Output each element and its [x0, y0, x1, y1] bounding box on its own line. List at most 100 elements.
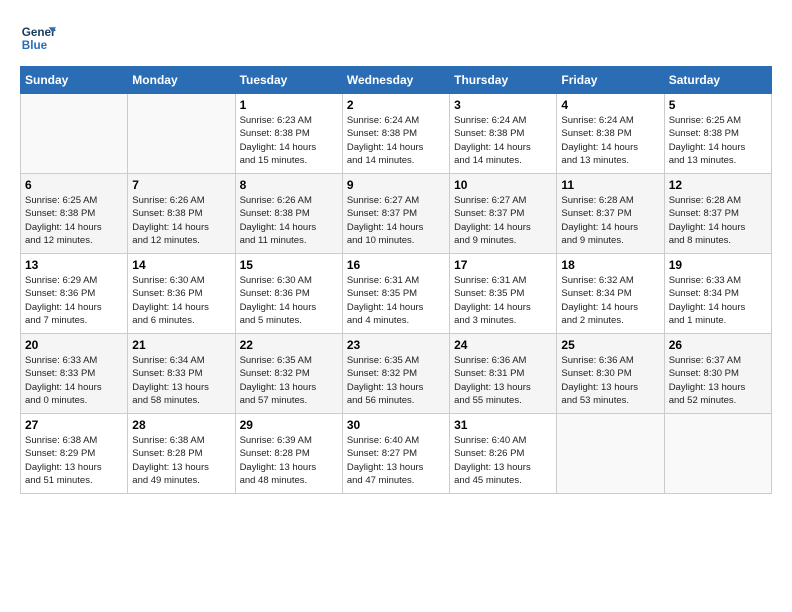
day-detail: Sunrise: 6:36 AM Sunset: 8:30 PM Dayligh…: [561, 354, 659, 407]
day-number: 13: [25, 258, 123, 272]
day-number: 12: [669, 178, 767, 192]
day-number: 3: [454, 98, 552, 112]
logo: General Blue: [20, 20, 56, 56]
day-cell: [557, 414, 664, 494]
day-detail: Sunrise: 6:24 AM Sunset: 8:38 PM Dayligh…: [561, 114, 659, 167]
day-cell: 10 Sunrise: 6:27 AM Sunset: 8:37 PM Dayli…: [450, 174, 557, 254]
svg-text:Blue: Blue: [22, 39, 48, 52]
day-detail: Sunrise: 6:39 AM Sunset: 8:28 PM Dayligh…: [240, 434, 338, 487]
day-number: 23: [347, 338, 445, 352]
day-detail: Sunrise: 6:27 AM Sunset: 8:37 PM Dayligh…: [454, 194, 552, 247]
header-cell-sunday: Sunday: [21, 67, 128, 94]
day-detail: Sunrise: 6:35 AM Sunset: 8:32 PM Dayligh…: [240, 354, 338, 407]
day-cell: [664, 414, 771, 494]
day-number: 27: [25, 418, 123, 432]
day-number: 16: [347, 258, 445, 272]
day-detail: Sunrise: 6:25 AM Sunset: 8:38 PM Dayligh…: [669, 114, 767, 167]
day-cell: 9 Sunrise: 6:27 AM Sunset: 8:37 PM Daylig…: [342, 174, 449, 254]
day-cell: 5 Sunrise: 6:25 AM Sunset: 8:38 PM Daylig…: [664, 94, 771, 174]
day-detail: Sunrise: 6:28 AM Sunset: 8:37 PM Dayligh…: [669, 194, 767, 247]
day-cell: 13 Sunrise: 6:29 AM Sunset: 8:36 PM Dayli…: [21, 254, 128, 334]
day-detail: Sunrise: 6:29 AM Sunset: 8:36 PM Dayligh…: [25, 274, 123, 327]
day-number: 8: [240, 178, 338, 192]
page-header: General Blue: [20, 20, 772, 56]
day-cell: 3 Sunrise: 6:24 AM Sunset: 8:38 PM Daylig…: [450, 94, 557, 174]
header-cell-monday: Monday: [128, 67, 235, 94]
day-cell: 19Sunrise: 6:33 AM Sunset: 8:34 PM Dayli…: [664, 254, 771, 334]
day-cell: 1 Sunrise: 6:23 AM Sunset: 8:38 PM Daylig…: [235, 94, 342, 174]
day-detail: Sunrise: 6:31 AM Sunset: 8:35 PM Dayligh…: [347, 274, 445, 327]
day-detail: Sunrise: 6:31 AM Sunset: 8:35 PM Dayligh…: [454, 274, 552, 327]
day-number: 1: [240, 98, 338, 112]
day-cell: 26Sunrise: 6:37 AM Sunset: 8:30 PM Dayli…: [664, 334, 771, 414]
day-cell: 20Sunrise: 6:33 AM Sunset: 8:33 PM Dayli…: [21, 334, 128, 414]
day-detail: Sunrise: 6:40 AM Sunset: 8:26 PM Dayligh…: [454, 434, 552, 487]
day-detail: Sunrise: 6:26 AM Sunset: 8:38 PM Dayligh…: [132, 194, 230, 247]
day-detail: Sunrise: 6:38 AM Sunset: 8:29 PM Dayligh…: [25, 434, 123, 487]
day-detail: Sunrise: 6:34 AM Sunset: 8:33 PM Dayligh…: [132, 354, 230, 407]
day-number: 25: [561, 338, 659, 352]
day-cell: 25 Sunrise: 6:36 AM Sunset: 8:30 PM Dayli…: [557, 334, 664, 414]
day-detail: Sunrise: 6:26 AM Sunset: 8:38 PM Dayligh…: [240, 194, 338, 247]
day-cell: 4 Sunrise: 6:24 AM Sunset: 8:38 PM Daylig…: [557, 94, 664, 174]
day-number: 11: [561, 178, 659, 192]
day-detail: Sunrise: 6:23 AM Sunset: 8:38 PM Dayligh…: [240, 114, 338, 167]
day-number: 18: [561, 258, 659, 272]
day-cell: 2 Sunrise: 6:24 AM Sunset: 8:38 PM Daylig…: [342, 94, 449, 174]
day-number: 26: [669, 338, 767, 352]
day-detail: Sunrise: 6:24 AM Sunset: 8:38 PM Dayligh…: [454, 114, 552, 167]
header-cell-saturday: Saturday: [664, 67, 771, 94]
day-cell: 22 Sunrise: 6:35 AM Sunset: 8:32 PM Dayli…: [235, 334, 342, 414]
week-row-3: 13 Sunrise: 6:29 AM Sunset: 8:36 PM Dayli…: [21, 254, 772, 334]
day-detail: Sunrise: 6:27 AM Sunset: 8:37 PM Dayligh…: [347, 194, 445, 247]
day-detail: Sunrise: 6:40 AM Sunset: 8:27 PM Dayligh…: [347, 434, 445, 487]
day-number: 24: [454, 338, 552, 352]
day-cell: 8 Sunrise: 6:26 AM Sunset: 8:38 PM Daylig…: [235, 174, 342, 254]
day-cell: [128, 94, 235, 174]
day-number: 7: [132, 178, 230, 192]
header-cell-wednesday: Wednesday: [342, 67, 449, 94]
day-cell: 29 Sunrise: 6:39 AM Sunset: 8:28 PM Dayli…: [235, 414, 342, 494]
day-cell: 15 Sunrise: 6:30 AM Sunset: 8:36 PM Dayli…: [235, 254, 342, 334]
day-detail: Sunrise: 6:25 AM Sunset: 8:38 PM Dayligh…: [25, 194, 123, 247]
day-number: 5: [669, 98, 767, 112]
day-number: 31: [454, 418, 552, 432]
day-detail: Sunrise: 6:24 AM Sunset: 8:38 PM Dayligh…: [347, 114, 445, 167]
day-cell: [21, 94, 128, 174]
day-cell: 31 Sunrise: 6:40 AM Sunset: 8:26 PM Dayli…: [450, 414, 557, 494]
header-cell-tuesday: Tuesday: [235, 67, 342, 94]
day-number: 2: [347, 98, 445, 112]
header-row: SundayMondayTuesdayWednesdayThursdayFrid…: [21, 67, 772, 94]
calendar-body: 1 Sunrise: 6:23 AM Sunset: 8:38 PM Daylig…: [21, 94, 772, 494]
header-cell-thursday: Thursday: [450, 67, 557, 94]
day-cell: 27 Sunrise: 6:38 AM Sunset: 8:29 PM Dayli…: [21, 414, 128, 494]
day-number: 28: [132, 418, 230, 432]
day-detail: Sunrise: 6:33 AM Sunset: 8:34 PM Dayligh…: [669, 274, 767, 327]
day-number: 9: [347, 178, 445, 192]
day-cell: 7 Sunrise: 6:26 AM Sunset: 8:38 PM Daylig…: [128, 174, 235, 254]
day-number: 15: [240, 258, 338, 272]
day-cell: 17 Sunrise: 6:31 AM Sunset: 8:35 PM Dayli…: [450, 254, 557, 334]
day-detail: Sunrise: 6:38 AM Sunset: 8:28 PM Dayligh…: [132, 434, 230, 487]
day-cell: 18 Sunrise: 6:32 AM Sunset: 8:34 PM Dayli…: [557, 254, 664, 334]
day-number: 17: [454, 258, 552, 272]
day-number: 30: [347, 418, 445, 432]
calendar-table: SundayMondayTuesdayWednesdayThursdayFrid…: [20, 66, 772, 494]
day-detail: Sunrise: 6:33 AM Sunset: 8:33 PM Dayligh…: [25, 354, 123, 407]
day-cell: 11 Sunrise: 6:28 AM Sunset: 8:37 PM Dayli…: [557, 174, 664, 254]
day-detail: Sunrise: 6:28 AM Sunset: 8:37 PM Dayligh…: [561, 194, 659, 247]
day-detail: Sunrise: 6:36 AM Sunset: 8:31 PM Dayligh…: [454, 354, 552, 407]
day-cell: 30 Sunrise: 6:40 AM Sunset: 8:27 PM Dayli…: [342, 414, 449, 494]
day-detail: Sunrise: 6:32 AM Sunset: 8:34 PM Dayligh…: [561, 274, 659, 327]
day-cell: 14Sunrise: 6:30 AM Sunset: 8:36 PM Dayli…: [128, 254, 235, 334]
day-number: 22: [240, 338, 338, 352]
day-number: 4: [561, 98, 659, 112]
day-number: 6: [25, 178, 123, 192]
calendar-header: SundayMondayTuesdayWednesdayThursdayFrid…: [21, 67, 772, 94]
day-detail: Sunrise: 6:30 AM Sunset: 8:36 PM Dayligh…: [132, 274, 230, 327]
logo-icon: General Blue: [20, 20, 56, 56]
day-number: 10: [454, 178, 552, 192]
day-detail: Sunrise: 6:30 AM Sunset: 8:36 PM Dayligh…: [240, 274, 338, 327]
day-number: 21: [132, 338, 230, 352]
day-number: 29: [240, 418, 338, 432]
